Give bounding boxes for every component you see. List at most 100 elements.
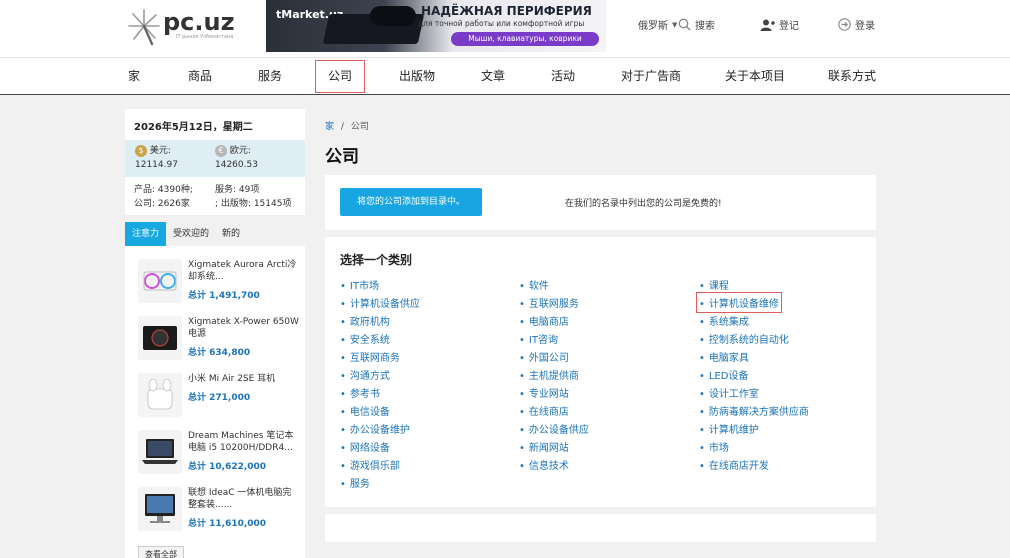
- tab-new[interactable]: 新的: [222, 222, 240, 246]
- category-link[interactable]: 沟通方式: [340, 367, 390, 382]
- nav-item-articles[interactable]: 文章: [481, 58, 505, 95]
- laptop-icon: [142, 439, 178, 464]
- category-link[interactable]: 外国公司: [519, 349, 569, 364]
- list-item[interactable]: 小米 Mi Air 2SE 耳机 总计 271,000: [138, 373, 303, 423]
- list-item[interactable]: Dream Machines 笔记本电脑 i5 10200H/DDR4... 总…: [138, 430, 303, 480]
- breadcrumb: 家 / 公司: [325, 119, 369, 132]
- category-link[interactable]: 课程: [699, 277, 729, 292]
- mouse-image: [370, 6, 416, 26]
- category-link[interactable]: 设计工作室: [699, 385, 759, 400]
- category-link[interactable]: 网络设备: [340, 439, 390, 454]
- category-link[interactable]: IT咨询: [519, 331, 558, 346]
- nav-item-events[interactable]: 活动: [551, 58, 575, 95]
- site-logo[interactable]: pc.uz IT рынок Узбекистана: [126, 6, 246, 46]
- product-price: 总计 1,491,700: [188, 291, 260, 301]
- exchange-rates: $ 美元: 12114.97 € 欧元: 14260.53: [125, 140, 305, 177]
- ad-banner[interactable]: tMarket.uz НАДЁЖНАЯ ПЕРИФЕРИЯ для точной…: [266, 0, 606, 52]
- current-date: 2026年5月12日，星期二: [134, 122, 253, 133]
- product-thumbnail: [138, 316, 182, 360]
- usd-rate-value: 12114.97: [135, 160, 178, 170]
- category-link[interactable]: 参考书: [340, 385, 380, 400]
- category-link-highlighted[interactable]: 计算机设备维修: [696, 292, 782, 313]
- category-link[interactable]: 政府机构: [340, 313, 390, 328]
- category-link[interactable]: 控制系统的自动化: [699, 331, 789, 346]
- list-item[interactable]: Xigmatek Aurora Arcti冷却系统... 总计 1,491,70…: [138, 259, 303, 309]
- logo-subtitle: IT рынок Узбекистана: [176, 34, 234, 40]
- category-link[interactable]: 新闻网站: [519, 439, 569, 454]
- category-link[interactable]: 电脑家具: [699, 349, 749, 364]
- free-listing-note: 在我们的名录中列出您的公司是免费的!: [565, 199, 722, 209]
- category-link[interactable]: 电信设备: [340, 403, 390, 418]
- nav-item-publications[interactable]: 出版物: [399, 58, 435, 95]
- nav-item-contacts[interactable]: 联系方式: [828, 58, 876, 95]
- nav-item-home[interactable]: 家: [128, 58, 140, 95]
- language-selector[interactable]: 俄罗斯 ▼: [638, 17, 678, 33]
- category-link[interactable]: 互联网服务: [519, 295, 579, 310]
- tab-popular[interactable]: 受欢迎的: [173, 222, 209, 246]
- bottom-card: [325, 514, 876, 542]
- register-button[interactable]: 登记: [760, 17, 799, 32]
- category-link[interactable]: 电脑商店: [519, 313, 569, 328]
- product-name: 小米 Mi Air 2SE 耳机: [188, 374, 276, 384]
- category-link[interactable]: 防病毒解决方案供应商: [699, 403, 809, 418]
- date-rates-card: 2026年5月12日，星期二 $ 美元: 12114.97 € 欧元: 1426…: [125, 109, 305, 215]
- category-link[interactable]: 主机提供商: [519, 367, 579, 382]
- category-link[interactable]: 互联网商务: [340, 349, 400, 364]
- add-company-button[interactable]: 将您的公司添加到目录中。: [340, 188, 482, 216]
- breadcrumb-home[interactable]: 家: [325, 122, 334, 132]
- category-link[interactable]: 在线商店: [519, 403, 569, 418]
- banner-headline: НАДЁЖНАЯ ПЕРИФЕРИЯ: [421, 4, 592, 18]
- category-link[interactable]: 计算机设备供应: [340, 295, 420, 310]
- banner-pill: Мыши, клавиатуры, коврики: [451, 32, 599, 46]
- product-price: 总计 271,000: [188, 393, 251, 403]
- see-all-button[interactable]: 查看全部: [138, 546, 184, 558]
- category-link[interactable]: 专业网站: [519, 385, 569, 400]
- product-list: Xigmatek Aurora Arcti冷却系统... 总计 1,491,70…: [125, 246, 305, 558]
- category-link[interactable]: 软件: [519, 277, 549, 292]
- top-header: pc.uz IT рынок Узбекистана tMarket.uz НА…: [0, 0, 1010, 57]
- product-price: 总计 11,610,000: [188, 519, 267, 529]
- all-in-one-pc-icon: [145, 494, 175, 523]
- language-label: 俄罗斯: [638, 21, 668, 32]
- product-thumbnail: [138, 259, 182, 303]
- euro-coin-icon: €: [215, 145, 227, 157]
- category-link[interactable]: 系统集成: [699, 313, 749, 328]
- category-link[interactable]: 办公设备维护: [340, 421, 410, 436]
- login-button[interactable]: 登录: [838, 17, 875, 32]
- search-icon: [678, 18, 691, 31]
- category-link[interactable]: 安全系统: [340, 331, 390, 346]
- add-user-icon: [760, 19, 775, 31]
- logo-star-icon: [128, 9, 160, 46]
- nav-item-about[interactable]: 关于本项目: [725, 58, 785, 95]
- category-link[interactable]: 信息技术: [519, 457, 569, 472]
- product-price: 总计 634,800: [188, 348, 251, 358]
- product-name: Xigmatek Aurora Arcti冷却系统...: [188, 260, 297, 282]
- main-nav: 家 商品 服务 公司 出版物 文章 活动 对于广告商 关于本项目 联系方式: [0, 57, 1010, 95]
- category-link[interactable]: IT市场: [340, 277, 379, 292]
- list-item[interactable]: 联想 IdeaC 一体机电脑完整套装...... 总计 11,610,000: [138, 487, 303, 537]
- nav-item-services[interactable]: 服务: [258, 58, 282, 95]
- category-link[interactable]: 办公设备供应: [519, 421, 589, 436]
- category-link[interactable]: 在线商店开发: [699, 457, 769, 472]
- search-button[interactable]: 搜索: [678, 17, 715, 32]
- nav-item-advertisers[interactable]: 对于广告商: [621, 58, 681, 95]
- nav-item-companies[interactable]: 公司: [315, 60, 366, 93]
- list-item[interactable]: Xigmatek X-Power 650W 电源 总计 634,800: [138, 316, 303, 366]
- product-name: Xigmatek X-Power 650W 电源: [188, 317, 299, 339]
- add-company-card: 将您的公司添加到目录中。 在我们的名录中列出您的公司是免费的!: [325, 175, 876, 230]
- services-count: 服务: 49项: [215, 185, 260, 195]
- chevron-down-icon: ▼: [672, 20, 678, 29]
- tab-attention[interactable]: 注意力: [125, 222, 167, 246]
- banner-subline: для точной работы или комфортной игры: [418, 19, 585, 28]
- breadcrumb-current: 公司: [350, 122, 369, 132]
- category-card: 选择一个类别 IT市场 计算机设备供应 政府机构 安全系统 互联网商务 沟通方式…: [325, 237, 876, 507]
- category-link[interactable]: 游戏俱乐部: [340, 457, 400, 472]
- category-link[interactable]: 市场: [699, 439, 729, 454]
- category-link[interactable]: 服务: [340, 475, 370, 490]
- category-link[interactable]: LED设备: [699, 367, 749, 382]
- category-link[interactable]: 计算机维护: [699, 421, 759, 436]
- nav-item-products[interactable]: 商品: [188, 58, 212, 95]
- product-price: 总计 10,622,000: [188, 462, 267, 472]
- category-heading: 选择一个类别: [340, 253, 413, 267]
- eur-rate-value: 14260.53: [215, 160, 258, 170]
